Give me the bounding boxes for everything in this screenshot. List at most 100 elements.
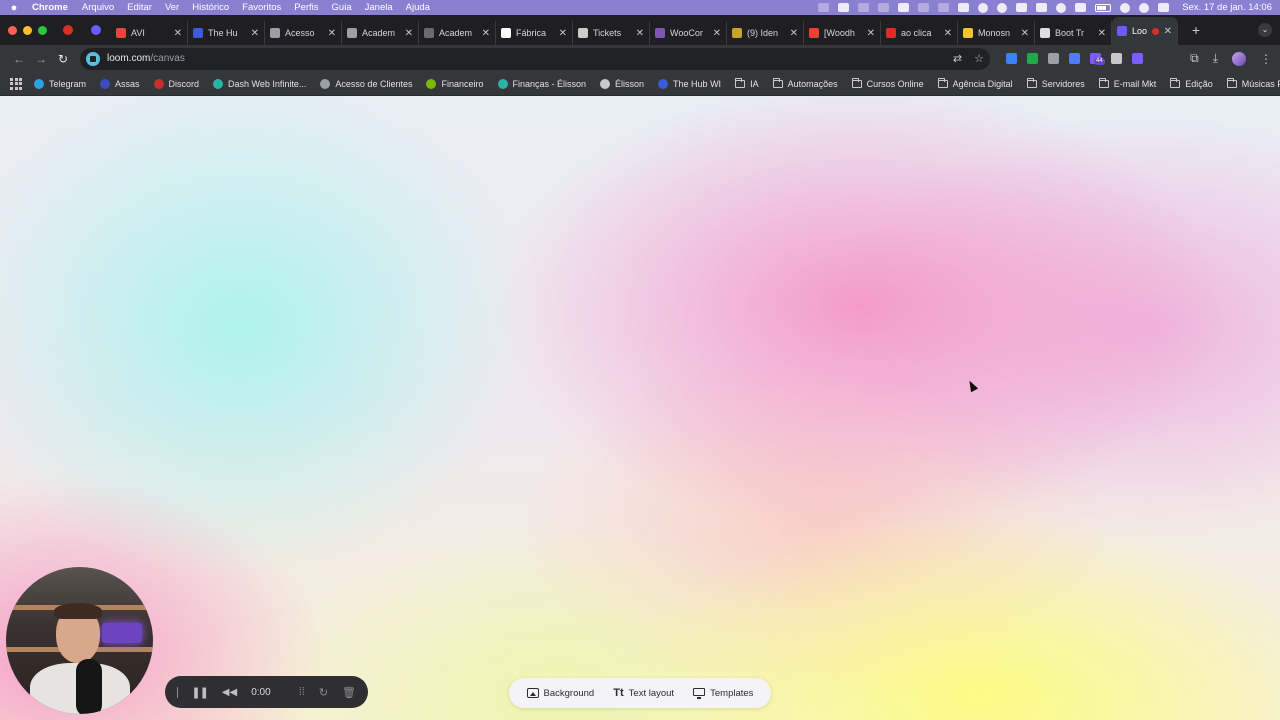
address-bar[interactable]: loom.com/canvas ⇄ ☆ (80, 47, 990, 70)
bookmark-item[interactable]: Financeiro (426, 78, 484, 89)
tab-item[interactable]: Monosn ✕ (958, 21, 1035, 45)
bookmark-item[interactable]: Finanças - Élisson (497, 78, 586, 89)
bookmark-item[interactable]: Discord (153, 78, 199, 89)
chrome-menu-icon[interactable]: ⋮ (1260, 52, 1272, 66)
menu-item-arquivo[interactable]: Arquivo (82, 2, 114, 13)
menu-item-perfis[interactable]: Perfis (294, 2, 318, 13)
apps-grid-icon[interactable] (10, 77, 22, 90)
lock-icon[interactable] (878, 3, 890, 12)
pinned-tab-loom[interactable] (85, 18, 107, 42)
bookmark-folder[interactable]: Músicas Foco (1226, 77, 1280, 89)
close-tab-icon[interactable]: ✕ (944, 28, 952, 39)
pause-button[interactable]: ❚❚ (191, 686, 208, 699)
close-tab-icon[interactable]: ✕ (790, 28, 798, 39)
close-tab-icon[interactable]: ✕ (713, 28, 721, 39)
download-icon[interactable]: ⤓ (1213, 51, 1218, 66)
close-tab-icon[interactable]: ✕ (559, 28, 567, 39)
play-icon[interactable] (1056, 2, 1067, 13)
apple-icon[interactable]: ● (8, 2, 20, 14)
bookmark-item[interactable]: Telegram (34, 78, 86, 89)
grid-app-icon[interactable] (1016, 3, 1028, 12)
close-tab-icon[interactable]: ✕ (174, 28, 182, 39)
close-tab-icon[interactable]: ✕ (1164, 26, 1172, 37)
user-icon[interactable] (918, 3, 930, 12)
dropbox-icon[interactable] (997, 2, 1008, 13)
pin-icon[interactable] (938, 3, 950, 12)
wifi-icon[interactable] (1120, 2, 1131, 13)
close-tab-icon[interactable]: ✕ (482, 28, 490, 39)
tab-item[interactable]: ao clica ✕ (881, 21, 958, 45)
bookmark-item[interactable]: Assas (100, 78, 140, 89)
tab-active-loom[interactable]: Loom ✕ (1112, 17, 1178, 45)
menu-item-janela[interactable]: Janela (365, 2, 393, 13)
drag-grid-icon[interactable]: ⁞⁞ (299, 686, 305, 698)
bookmark-folder[interactable]: Cursos Online (851, 77, 924, 89)
screen-record-icon[interactable] (838, 3, 850, 12)
extension-icon[interactable] (1111, 53, 1122, 64)
menu-item-ver[interactable]: Ver (165, 2, 179, 13)
background-button[interactable]: Background (526, 688, 594, 699)
tab-item[interactable]: The Hu ✕ (188, 21, 265, 45)
bookmark-folder[interactable]: Automações (772, 77, 838, 89)
bookmark-folder[interactable]: IA (735, 77, 759, 89)
bookmark-folder[interactable]: E-mail Mkt (1098, 77, 1156, 89)
extension-icon[interactable]: 44 (1090, 53, 1105, 65)
close-tab-icon[interactable]: ✕ (636, 28, 644, 39)
close-tab-icon[interactable]: ✕ (328, 28, 336, 39)
close-tab-icon[interactable]: ✕ (1098, 28, 1106, 39)
tab-item[interactable]: Tickets ✕ (573, 21, 650, 45)
battery-icon[interactable] (1095, 3, 1112, 12)
bookmark-item[interactable]: The Hub WI (658, 78, 721, 89)
bookmark-folder[interactable]: Agência Digital (937, 77, 1013, 89)
extension-icon[interactable] (1027, 53, 1038, 64)
screenshot-icon[interactable] (898, 3, 910, 12)
menu-item-editar[interactable]: Editar (127, 2, 152, 13)
close-tab-icon[interactable]: ✕ (1021, 28, 1029, 39)
menu-app-name[interactable]: Chrome (32, 2, 68, 13)
phone-icon[interactable] (858, 3, 870, 12)
tab-item[interactable]: Academ ✕ (419, 21, 496, 45)
zoom-window-button[interactable] (38, 25, 47, 35)
notion-icon[interactable] (1036, 3, 1048, 12)
text-layout-button[interactable]: Tt Text layout (613, 687, 674, 699)
templates-button[interactable]: Templates (693, 688, 753, 699)
close-tab-icon[interactable]: ✕ (405, 28, 413, 39)
tab-item[interactable]: (9) Iden ✕ (727, 21, 804, 45)
bookmark-folder[interactable]: Servidores (1026, 77, 1085, 89)
bookmark-folder[interactable]: Edição (1170, 77, 1213, 89)
mic-icon[interactable] (818, 3, 830, 12)
bookmark-item[interactable]: Élisson (600, 78, 644, 89)
extension-icon[interactable] (1006, 53, 1017, 64)
tab-item[interactable]: [Woodh ✕ (804, 21, 881, 45)
new-tab-button[interactable]: + (1184, 22, 1208, 38)
spotlight-icon[interactable] (1139, 2, 1150, 13)
tab-item[interactable]: Acesso ✕ (265, 21, 342, 45)
menu-item-guia[interactable]: Guia (332, 2, 352, 13)
control-center-icon[interactable] (1158, 3, 1170, 12)
bookmark-item[interactable]: Acesso de Clientes (320, 78, 412, 89)
extension-icon[interactable] (1048, 53, 1059, 64)
close-tab-icon[interactable]: ✕ (251, 28, 259, 39)
tab-search-button[interactable]: ⌄ (1258, 23, 1272, 37)
extension-icon[interactable] (1132, 53, 1143, 64)
back-button[interactable]: ← (8, 52, 30, 66)
pinned-tab-recorder[interactable] (57, 18, 79, 42)
redo-icon[interactable]: ↻ (319, 686, 328, 699)
k-icon[interactable] (978, 2, 989, 13)
menu-item-ajuda[interactable]: Ajuda (406, 2, 430, 13)
extensions-puzzle-icon[interactable]: ⧉ (1190, 51, 1199, 66)
reload-button[interactable]: ↻ (52, 52, 74, 66)
drive-icon[interactable] (958, 3, 970, 12)
forward-button[interactable]: → (30, 52, 52, 66)
close-window-button[interactable] (8, 25, 17, 35)
close-tab-icon[interactable]: ✕ (867, 28, 875, 39)
bookmark-star-icon[interactable]: ☆ (974, 52, 984, 65)
menu-clock[interactable]: Sex. 17 de jan. 14:06 (1182, 2, 1272, 13)
bookmark-item[interactable]: Dash Web Infinite... (213, 78, 306, 89)
tab-item[interactable]: Boot Tr ✕ (1035, 21, 1112, 45)
menu-item-historico[interactable]: Histórico (192, 2, 229, 13)
profile-avatar[interactable] (1232, 51, 1246, 66)
tab-item[interactable]: Fábrica ✕ (496, 21, 573, 45)
loom-canvas-background[interactable] (0, 96, 1280, 720)
tab-item[interactable]: WooCor ✕ (650, 21, 727, 45)
